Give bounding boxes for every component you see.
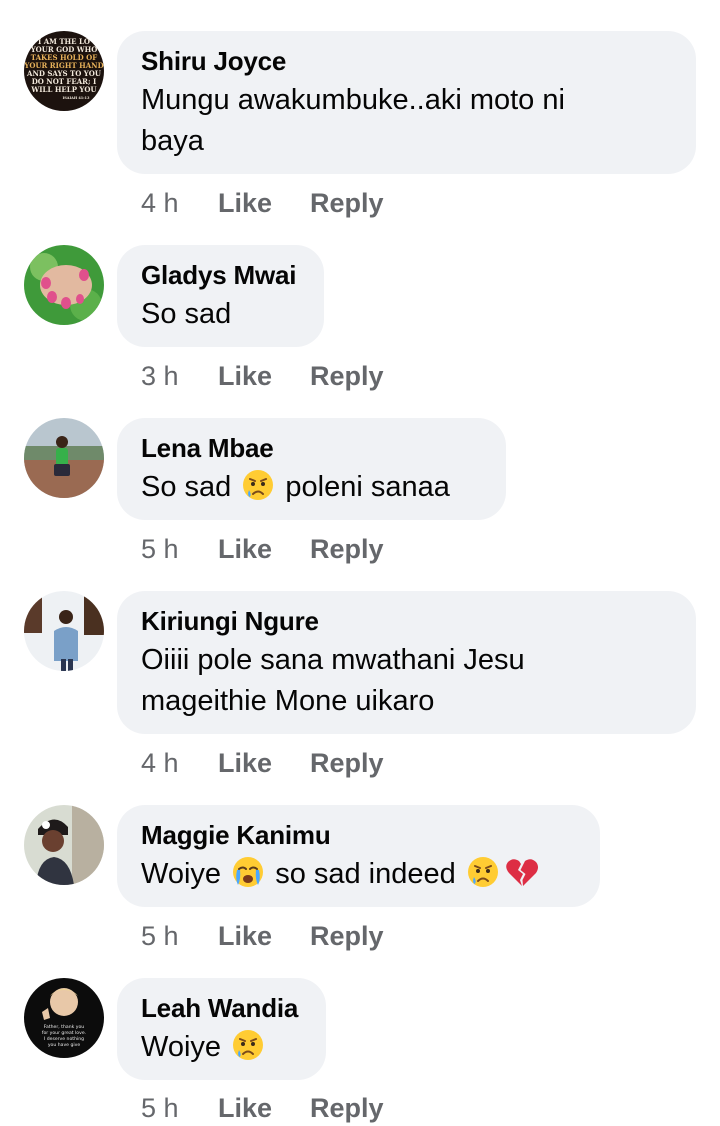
comment-timestamp[interactable]: 5 h <box>141 1090 179 1126</box>
comment-timestamp[interactable]: 5 h <box>141 531 179 567</box>
comment-timestamp[interactable]: 4 h <box>141 745 179 781</box>
comment-text: Woiye so sad indeed <box>141 854 576 895</box>
avatar-caption: I deserve nothing <box>44 1036 84 1042</box>
commenter-name[interactable]: Maggie Kanimu <box>141 819 576 851</box>
like-button[interactable]: Like <box>218 1090 272 1126</box>
comment-text: Oiiii pole sana mwathani Jesu mageithie M… <box>141 644 525 717</box>
crying-face-icon <box>467 857 498 887</box>
commenter-avatar[interactable] <box>24 805 104 885</box>
comment-bubble: Maggie Kanimu Woiye so sad indeed <box>117 805 600 907</box>
comment-bubble: Leah Wandia Woiye <box>117 978 326 1080</box>
crying-face-icon <box>233 1030 264 1060</box>
commenter-avatar[interactable]: Father, thank you for your great love. I… <box>24 978 104 1058</box>
commenter-name[interactable]: Gladys Mwai <box>141 259 300 291</box>
commenter-name[interactable]: Lena Mbae <box>141 432 482 464</box>
like-button[interactable]: Like <box>218 358 272 394</box>
avatar-caption: Father, thank you <box>44 1024 84 1030</box>
commenter-name[interactable]: Kiriungi Ngure <box>141 605 672 637</box>
reply-button[interactable]: Reply <box>310 745 384 781</box>
avatar-caption: WILL HELP YOU <box>30 85 96 94</box>
commenter-avatar[interactable] <box>24 418 104 498</box>
reply-button[interactable]: Reply <box>310 918 384 954</box>
avatar-caption: for your great love. <box>42 1030 86 1036</box>
comment-text: So sad poleni sanaa <box>141 467 482 508</box>
broken-heart-icon <box>506 859 538 886</box>
like-button[interactable]: Like <box>218 745 272 781</box>
comment-text: Woiye <box>141 1027 302 1068</box>
avatar-caption: ISAIAH 41:13 <box>63 96 90 100</box>
like-button[interactable]: Like <box>218 531 272 567</box>
like-button[interactable]: Like <box>218 918 272 954</box>
comment-bubble: Kiriungi Ngure Oiiii pole sana mwathani … <box>117 591 696 734</box>
comment-text: So sad <box>141 298 232 330</box>
comment-bubble: Shiru Joyce Mungu awakumbuke..aki moto n… <box>117 31 696 174</box>
comment-timestamp[interactable]: 3 h <box>141 358 179 394</box>
commenter-name[interactable]: Leah Wandia <box>141 992 302 1024</box>
comment-timestamp[interactable]: 5 h <box>141 918 179 954</box>
like-button[interactable]: Like <box>218 185 272 221</box>
reply-button[interactable]: Reply <box>310 531 384 567</box>
comment-timestamp[interactable]: 4 h <box>141 185 179 221</box>
reply-button[interactable]: Reply <box>310 358 384 394</box>
crying-face-icon <box>243 470 274 500</box>
comment-thread: I AM THE LO YOUR GOD WHO TAKES HOLD OF Y… <box>0 0 720 1123</box>
comment-bubble: Lena Mbae So sad poleni sanaa <box>117 418 506 520</box>
reply-button[interactable]: Reply <box>310 185 384 221</box>
loudly-crying-face-icon <box>233 857 264 887</box>
commenter-avatar[interactable] <box>24 591 104 671</box>
comment-text: Mungu awakumbuke..aki moto ni baya <box>141 84 565 157</box>
comment-bubble: Gladys Mwai So sad <box>117 245 324 347</box>
reply-button[interactable]: Reply <box>310 1090 384 1126</box>
commenter-avatar[interactable]: I AM THE LO YOUR GOD WHO TAKES HOLD OF Y… <box>24 31 104 111</box>
avatar-caption: you have give <box>48 1042 81 1048</box>
commenter-name[interactable]: Shiru Joyce <box>141 45 672 77</box>
commenter-avatar[interactable] <box>24 245 104 325</box>
